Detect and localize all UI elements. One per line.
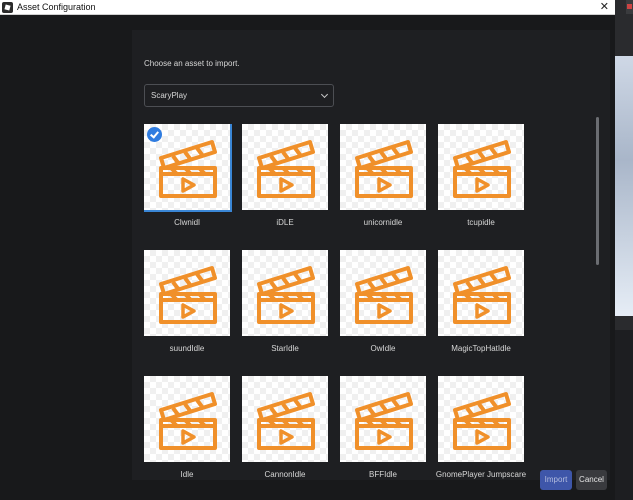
asset-thumbnail[interactable]	[340, 376, 426, 462]
clapperboard-video-icon	[257, 266, 315, 324]
clapperboard-video-icon	[453, 266, 511, 324]
dialog-content: Choose an asset to import. ScaryPlay Clw…	[132, 30, 610, 480]
clapperboard-video-icon	[159, 266, 217, 324]
title-bar: Asset Configuration ✕	[0, 0, 615, 15]
clapperboard-video-icon	[453, 392, 511, 450]
app-icon	[2, 2, 13, 13]
asset-thumbnail[interactable]	[438, 376, 524, 462]
clapperboard-video-icon	[453, 140, 511, 198]
asset-source-dropdown[interactable]: ScaryPlay	[144, 84, 334, 107]
asset-label: BFFIdle	[368, 470, 397, 479]
asset-label: CannonIdle	[264, 470, 306, 479]
asset-label: Idle	[180, 470, 194, 479]
clapperboard-video-icon	[159, 392, 217, 450]
asset-label: Clwnidl	[174, 218, 200, 227]
asset-thumbnail[interactable]	[340, 124, 426, 210]
asset-configuration-dialog: Choose an asset to import. ScaryPlay Clw…	[0, 15, 615, 500]
asset-thumbnail[interactable]	[242, 250, 328, 336]
background-viewport	[615, 56, 633, 316]
clapperboard-video-icon	[159, 140, 217, 198]
background-lower-panel	[615, 330, 633, 500]
clapperboard-video-icon	[355, 392, 413, 450]
asset-thumbnail[interactable]	[438, 124, 524, 210]
asset-label: MagicTopHatIdle	[451, 344, 511, 353]
asset-label: tcupidle	[467, 218, 495, 227]
clapperboard-video-icon	[355, 266, 413, 324]
asset-label: StarIdle	[271, 344, 299, 353]
import-button[interactable]: Import	[540, 470, 572, 490]
chevron-down-icon	[320, 90, 329, 99]
asset-label: GnomePlayer Jumpscare	[435, 470, 527, 479]
asset-thumbnail[interactable]	[242, 376, 328, 462]
close-icon[interactable]: ✕	[600, 0, 609, 15]
window-title: Asset Configuration	[17, 2, 96, 12]
dropdown-selected-value: ScaryPlay	[151, 91, 188, 100]
asset-thumbnail[interactable]	[242, 124, 328, 210]
asset-thumbnail[interactable]	[144, 250, 230, 336]
cancel-button[interactable]: Cancel	[576, 470, 607, 490]
checkmark-icon	[147, 127, 162, 142]
asset-thumbnail[interactable]	[144, 376, 230, 462]
asset-label: iDLE	[276, 218, 294, 227]
background-toolbar-icon	[626, 0, 633, 14]
scrollbar-thumb[interactable]	[596, 117, 599, 265]
asset-label: unicornidle	[363, 218, 403, 227]
asset-grid: Clwnidl iDLE unicornidle tcupidle suundI…	[144, 124, 534, 480]
asset-label: suundIdle	[169, 344, 205, 353]
clapperboard-video-icon	[257, 392, 315, 450]
asset-thumbnail[interactable]	[340, 250, 426, 336]
clapperboard-video-icon	[355, 140, 413, 198]
asset-thumbnail[interactable]	[438, 250, 524, 336]
prompt-text: Choose an asset to import.	[144, 59, 240, 68]
asset-label: OwIdle	[370, 344, 396, 353]
clapperboard-video-icon	[257, 140, 315, 198]
